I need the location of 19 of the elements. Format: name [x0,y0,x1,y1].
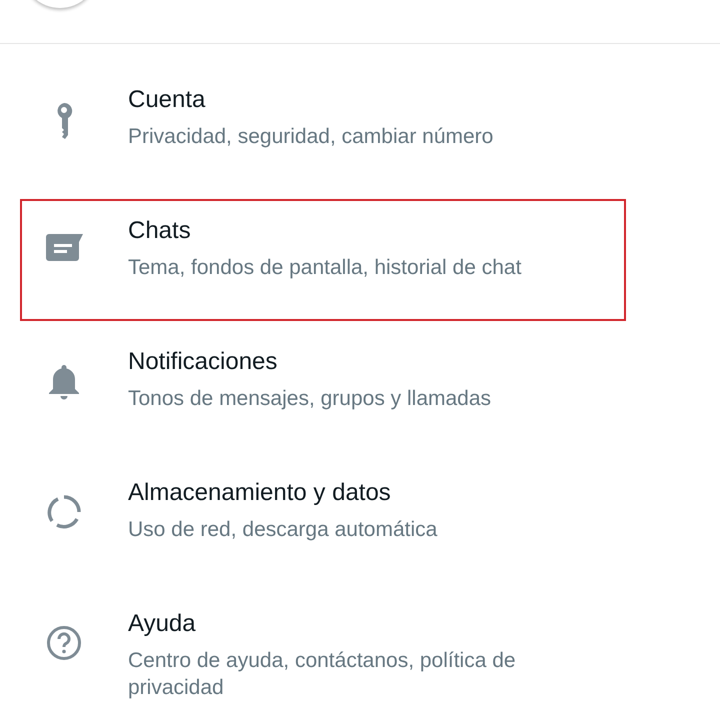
item-title: Ayuda [128,609,197,639]
item-subtitle: Uso de red, descarga automática [128,517,438,543]
settings-item[interactable]: Chats Tema, fondos de pantalla, historial de chat [20,199,626,321]
item-title: Chats [128,216,192,246]
item-title: Notificaciones [128,347,278,377]
item-subtitle: Centro de ayuda, contáctanos, política de privacidad [128,648,517,701]
settings-item[interactable]: Cuenta Privacidad, seguridad, cambiar número [20,68,626,190]
item-subtitle: Privacidad, seguridad, cambiar número [128,124,494,150]
chat-icon [45,232,83,262]
settings-item[interactable]: Notificaciones Tonos de mensajes, grupos y llamadas [20,330,626,452]
storage-icon [46,494,82,530]
item-subtitle: Tonos de mensajes, grupos y llamadas [128,386,492,412]
bell-icon [48,363,80,401]
settings-item[interactable]: Ayuda Centro de ayuda, contáctanos, política de privacidad [20,592,626,714]
item-subtitle: Tema, fondos de pantalla, historial de chat [128,255,522,281]
settings-item[interactable]: Almacenamiento y datos Uso de red, descarga automática [20,461,626,583]
item-title: Almacenamiento y datos [128,478,392,508]
item-title: Cuenta [128,85,206,115]
help-icon [46,625,82,661]
